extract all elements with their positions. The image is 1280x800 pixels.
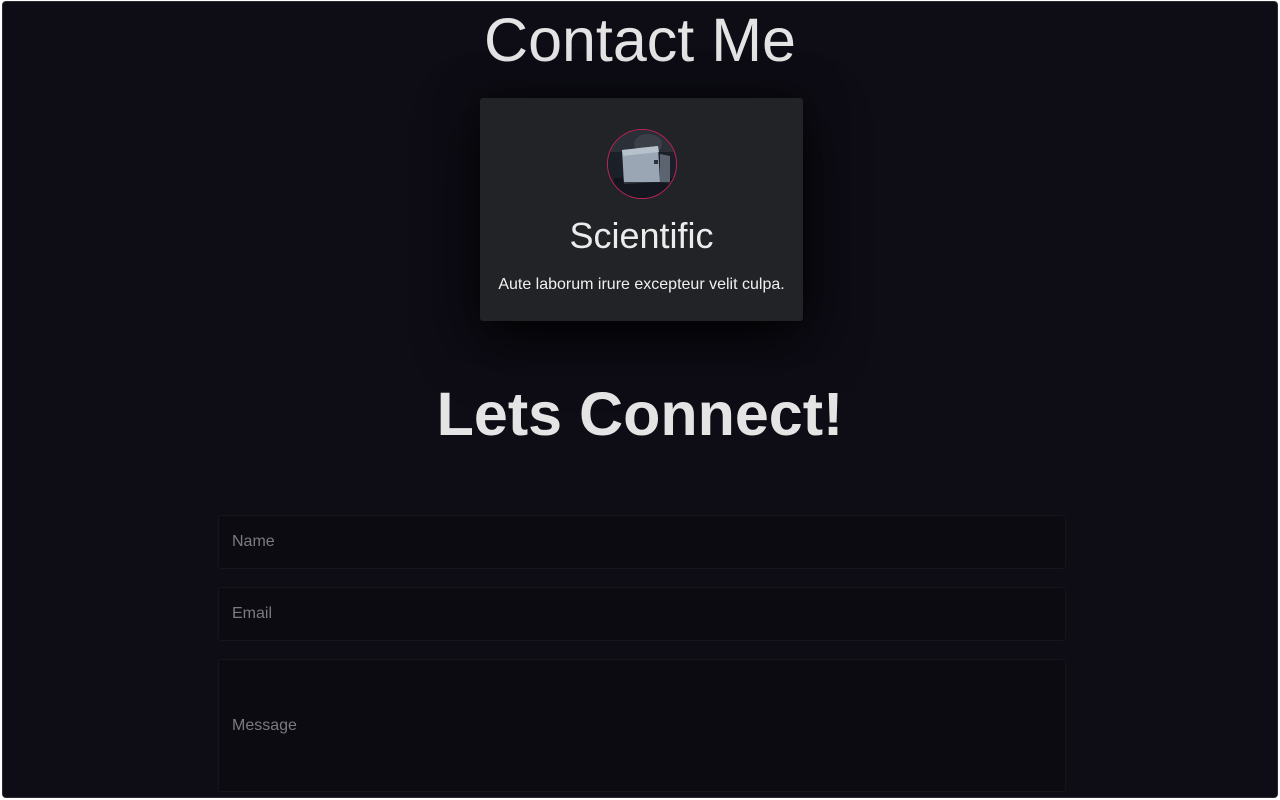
name-field[interactable] (218, 515, 1066, 569)
avatar (607, 129, 677, 199)
browser-viewport: Contact Me Scientific Aute laborum irure… (2, 1, 1278, 798)
email-field[interactable] (218, 587, 1066, 641)
connect-heading: Lets Connect! (436, 380, 844, 448)
message-field[interactable] (218, 659, 1066, 792)
page-title: Contact Me (484, 6, 796, 74)
profile-card: Scientific Aute laborum irure excepteur … (480, 98, 803, 321)
card-title: Scientific (569, 215, 714, 256)
laptop-photo-avatar-icon (608, 130, 676, 198)
card-description: Aute laborum irure excepteur velit culpa… (498, 276, 785, 293)
